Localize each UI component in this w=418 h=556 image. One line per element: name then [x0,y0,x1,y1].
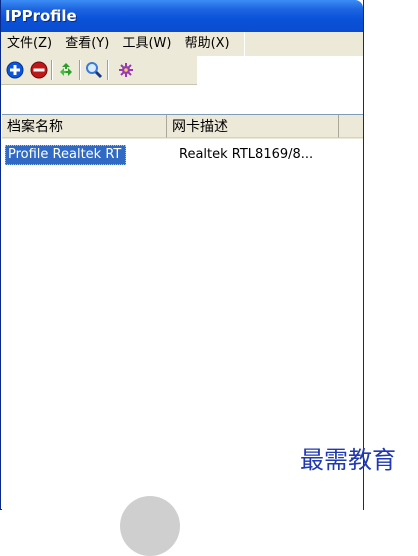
settings-button[interactable] [115,59,137,81]
toolbar-separator [79,60,81,80]
app-window: IPProfile 文件(Z) 查看(Y) 工具(W) 帮助(X) 档案名称 网… [0,0,364,511]
menu-bar: 文件(Z) 查看(Y) 工具(W) 帮助(X) [1,32,363,56]
menu-strip: 文件(Z) 查看(Y) 工具(W) 帮助(X) [4,32,245,56]
settings-icon [119,63,133,77]
list-header: 档案名称 网卡描述 [2,115,363,139]
toolbar-separator [51,60,53,80]
toolbar-strip [1,56,197,85]
column-header-filler [339,115,363,138]
window-title: IPProfile [5,7,77,25]
watermark: 最需教育 [300,446,396,474]
refresh-icon [60,63,72,76]
menu-view[interactable]: 查看(Y) [62,32,115,56]
column-header-profile-name[interactable]: 档案名称 [2,115,167,138]
menu-file[interactable]: 文件(Z) [4,32,58,56]
column-label: 网卡描述 [172,119,228,135]
add-profile-button[interactable] [4,59,26,81]
profile-name-cell[interactable]: Profile Realtek RT [5,145,127,165]
add-icon [6,61,24,79]
refresh-button[interactable] [55,59,77,81]
menu-tools[interactable]: 工具(W) [119,32,177,56]
column-header-nic-description[interactable]: 网卡描述 [167,115,339,138]
search-icon [86,62,103,79]
search-button[interactable] [83,59,105,81]
watermark-logo [120,496,180,556]
delete-profile-button[interactable] [28,59,50,81]
column-label: 档案名称 [7,119,63,135]
toolbar-separator [107,60,109,80]
delete-icon [30,61,48,79]
nic-description-cell: Realtek RTL8169/8... [179,147,314,162]
menu-help[interactable]: 帮助(X) [182,32,236,56]
title-bar[interactable]: IPProfile [1,0,363,32]
toolbar [1,56,363,114]
table-row[interactable]: Profile Realtek RT Realtek RTL8169/8... [2,145,363,165]
